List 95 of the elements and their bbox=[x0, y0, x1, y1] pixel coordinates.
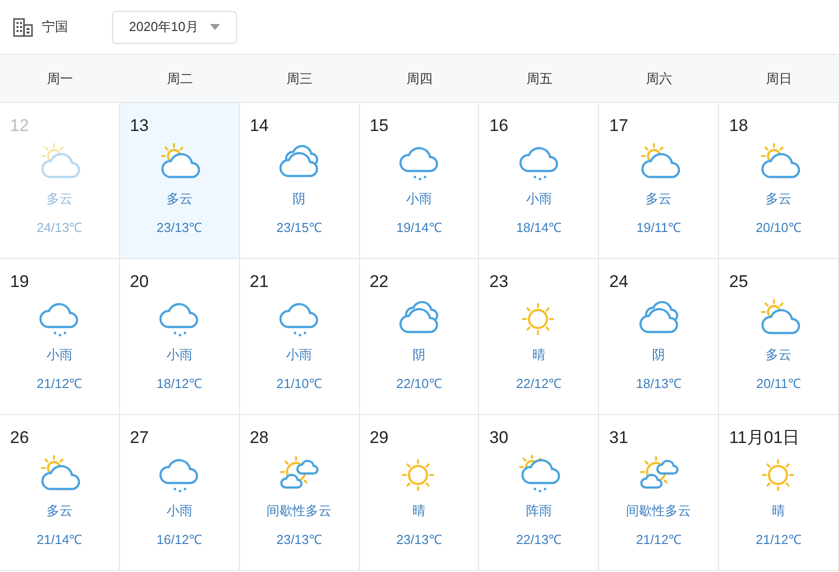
temperature-range: 23/13℃ bbox=[156, 219, 202, 237]
day-cell[interactable]: 24 阴 18/13℃ bbox=[599, 259, 720, 415]
day-cell[interactable]: 30 阵雨 22/13℃ bbox=[479, 415, 600, 571]
day-cell[interactable]: 31 间歇性多云 21/12℃ bbox=[599, 415, 720, 571]
temperature-range: 21/14℃ bbox=[36, 531, 82, 549]
temperature-range: 23/13℃ bbox=[276, 531, 322, 549]
date-number: 13 bbox=[130, 115, 149, 137]
date-number: 15 bbox=[370, 115, 388, 137]
weather-description: 间歇性多云 bbox=[626, 502, 692, 520]
temperature-range: 18/12℃ bbox=[156, 375, 202, 393]
weather-description: 晴 bbox=[772, 502, 786, 520]
day-cell[interactable]: 13 多云 23/13℃ bbox=[120, 103, 240, 259]
weekday-header: 周日 bbox=[766, 70, 792, 88]
day-cell[interactable]: 27 小雨 16/12℃ bbox=[120, 415, 240, 571]
day-cell[interactable]: 14 阴 23/15℃ bbox=[240, 103, 360, 259]
weather-description: 多云 bbox=[46, 190, 72, 208]
day-cell[interactable]: 25 多云 20/11℃ bbox=[719, 259, 839, 415]
date-number: 11月01日 bbox=[729, 427, 800, 449]
temperature-range: 21/10℃ bbox=[276, 375, 322, 393]
date-number: 28 bbox=[250, 427, 269, 449]
date-number: 30 bbox=[489, 427, 508, 449]
date-number: 12 bbox=[10, 115, 29, 137]
date-number: 17 bbox=[609, 115, 628, 137]
date-number: 23 bbox=[489, 271, 508, 293]
day-cell[interactable]: 21 小雨 21/10℃ bbox=[240, 259, 360, 415]
weather-description: 小雨 bbox=[166, 502, 192, 520]
date-number: 25 bbox=[729, 271, 748, 293]
day-cell[interactable]: 29 晴 23/13℃ bbox=[360, 415, 480, 571]
sun-rain-cloud-icon bbox=[518, 454, 560, 494]
date-number: 31 bbox=[609, 427, 628, 449]
temperature-range: 23/13℃ bbox=[396, 531, 442, 549]
temperature-range: 19/14℃ bbox=[396, 219, 442, 237]
weather-description: 多云 bbox=[766, 190, 792, 208]
date-number: 18 bbox=[729, 115, 748, 137]
date-number: 29 bbox=[370, 427, 388, 449]
weather-description: 晴 bbox=[412, 502, 426, 520]
caret-icon bbox=[210, 24, 220, 30]
temperature-range: 21/12℃ bbox=[636, 531, 682, 549]
date-number: 20 bbox=[130, 271, 149, 293]
date-number: 27 bbox=[130, 427, 149, 449]
temperature-range: 18/14℃ bbox=[516, 219, 562, 237]
weekday-header: 周五 bbox=[526, 70, 552, 88]
date-number: 19 bbox=[10, 271, 29, 293]
weather-description: 小雨 bbox=[526, 190, 552, 208]
temperature-range: 23/15℃ bbox=[276, 219, 322, 237]
temperature-range: 20/11℃ bbox=[756, 375, 801, 393]
weather-description: 阴 bbox=[652, 346, 666, 364]
day-cell[interactable]: 19 小雨 21/12℃ bbox=[0, 259, 120, 415]
weather-description: 阵雨 bbox=[526, 502, 552, 520]
date-number: 16 bbox=[489, 115, 508, 137]
day-cell[interactable]: 17 多云 19/11℃ bbox=[599, 103, 720, 259]
day-cell[interactable]: 28 间歇性多云 23/13℃ bbox=[240, 415, 360, 571]
weather-description: 小雨 bbox=[406, 190, 432, 208]
date-number: 14 bbox=[250, 115, 269, 137]
weather-description: 多云 bbox=[766, 346, 792, 364]
day-cell[interactable]: 15 小雨 19/14℃ bbox=[360, 103, 480, 259]
weekday-header: 周二 bbox=[166, 70, 193, 88]
weekday-header: 周六 bbox=[646, 70, 672, 88]
weather-description: 多云 bbox=[166, 190, 192, 208]
day-cell[interactable]: 18 多云 20/10℃ bbox=[719, 103, 839, 259]
temperature-range: 22/10℃ bbox=[396, 375, 442, 393]
weather-description: 阴 bbox=[412, 346, 426, 364]
temperature-range: 21/12℃ bbox=[36, 375, 82, 393]
temperature-range: 21/12℃ bbox=[756, 531, 802, 549]
weather-description: 间歇性多云 bbox=[266, 502, 332, 520]
weather-description: 多云 bbox=[46, 502, 72, 520]
date-number: 21 bbox=[250, 271, 269, 293]
temperature-range: 22/13℃ bbox=[516, 531, 562, 549]
weather-description: 多云 bbox=[646, 190, 672, 208]
building-icon bbox=[12, 17, 34, 37]
weather-description: 小雨 bbox=[286, 346, 312, 364]
temperature-range: 18/13℃ bbox=[636, 375, 682, 393]
temperature-range: 22/12℃ bbox=[516, 375, 562, 393]
weekday-header: 周一 bbox=[46, 70, 73, 88]
weekday-header: 周四 bbox=[406, 70, 432, 88]
day-cell[interactable]: 26 多云 21/14℃ bbox=[0, 415, 120, 571]
day-cell[interactable]: 20 小雨 18/12℃ bbox=[120, 259, 240, 415]
weekday-header: 周三 bbox=[286, 70, 313, 88]
weather-description: 晴 bbox=[532, 346, 546, 364]
date-number: 24 bbox=[609, 271, 628, 293]
month-select[interactable]: 2020年10月 bbox=[112, 10, 238, 44]
day-cell[interactable]: 11月01日 晴 21/12℃ bbox=[719, 415, 839, 571]
temperature-range: 19/11℃ bbox=[636, 219, 681, 237]
weather-description: 小雨 bbox=[166, 346, 192, 364]
location-label: 宁国 bbox=[42, 18, 68, 36]
day-cell[interactable]: 22 阴 22/10℃ bbox=[360, 259, 480, 415]
temperature-range: 16/12℃ bbox=[156, 531, 202, 549]
weather-description: 小雨 bbox=[46, 346, 72, 364]
temperature-range: 20/10℃ bbox=[756, 219, 802, 237]
day-cell[interactable]: 23 晴 22/12℃ bbox=[479, 259, 600, 415]
date-number: 26 bbox=[10, 427, 29, 449]
date-number: 22 bbox=[370, 271, 388, 293]
weather-description: 阴 bbox=[292, 190, 306, 208]
day-cell[interactable]: 16 小雨 18/14℃ bbox=[479, 103, 600, 259]
temperature-range: 24/13℃ bbox=[36, 219, 82, 237]
